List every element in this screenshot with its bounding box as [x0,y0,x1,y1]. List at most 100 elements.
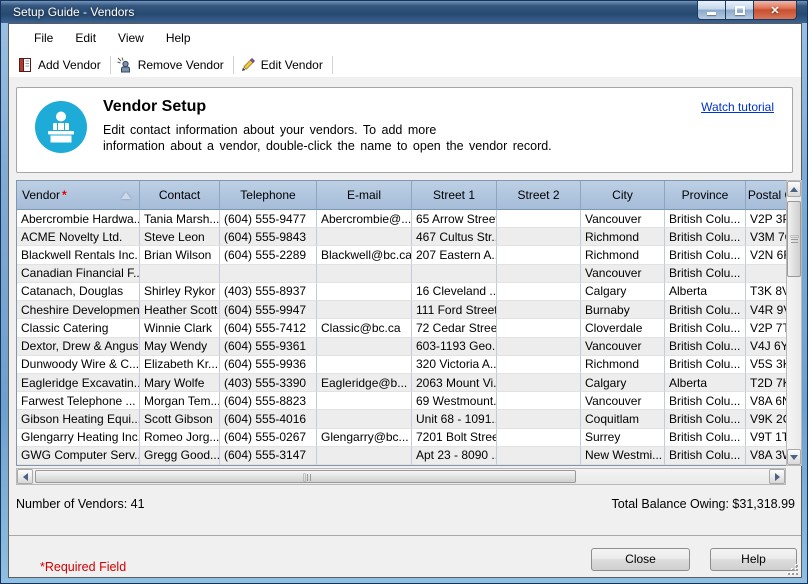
cell[interactable]: Catanach, Douglas [17,283,140,301]
cell[interactable]: V3M 7Q [746,228,786,246]
cell[interactable]: Tania Marsh... [140,210,220,228]
cell[interactable] [497,429,581,447]
cell[interactable] [497,338,581,356]
cell[interactable] [497,283,581,301]
cell[interactable]: Glengarry Heating Inc. [17,429,140,447]
cell[interactable]: V9T 1T5 [746,429,786,447]
cell[interactable]: (604) 555-9947 [220,301,317,319]
cell[interactable] [497,265,581,283]
cell[interactable]: 65 Arrow Street [412,210,497,228]
cell[interactable]: British Colu... [665,410,746,428]
resize-grip-icon[interactable] [786,563,798,575]
cell[interactable]: (604) 555-3147 [220,447,317,465]
cell[interactable]: Dunwoody Wire & C... [17,356,140,374]
cell[interactable]: British Colu... [665,265,746,283]
cell[interactable] [497,228,581,246]
cell[interactable]: (604) 555-9936 [220,356,317,374]
cell[interactable] [317,228,412,246]
cell[interactable]: 16 Cleveland ... [412,283,497,301]
cell[interactable]: (403) 555-3390 [220,374,317,392]
horizontal-scroll-thumb[interactable] [35,470,576,483]
cell[interactable]: (604) 555-9477 [220,210,317,228]
cell[interactable] [317,392,412,410]
cell[interactable] [497,210,581,228]
cell[interactable]: (604) 555-9843 [220,228,317,246]
cell[interactable] [497,319,581,337]
menu-item-edit[interactable]: Edit [64,26,107,50]
cell[interactable]: (604) 555-0267 [220,429,317,447]
cell[interactable]: Mary Wolfe [140,374,220,392]
column-header-province[interactable]: Province [665,181,746,210]
cell[interactable]: New Westmi... [581,447,665,465]
cell[interactable]: Richmond [581,356,665,374]
cell[interactable]: Glengarry@bc... [317,429,412,447]
menu-item-file[interactable]: File [23,26,64,50]
table-row[interactable]: Canadian Financial F... VancouverBritish … [17,265,786,283]
cell[interactable]: Surrey [581,429,665,447]
cell[interactable]: (604) 555-7412 [220,319,317,337]
cell[interactable]: Winnie Clark [140,319,220,337]
cell[interactable] [317,301,412,319]
column-header-postal-code[interactable]: Postal Code [746,181,786,210]
column-header-city[interactable]: City [581,181,665,210]
cell[interactable] [317,265,412,283]
cell[interactable]: (604) 555-2289 [220,246,317,264]
cell[interactable]: Romeo Jorg... [140,429,220,447]
table-row[interactable]: Abercrombie Hardwa...Tania Marsh...(604)… [17,210,786,228]
cell[interactable]: Classic Catering [17,319,140,337]
title-bar[interactable]: Setup Guide - Vendors ✕ [1,1,807,23]
cell[interactable]: 603-1193 Geo... [412,338,497,356]
cell[interactable] [497,301,581,319]
minimize-button[interactable] [697,1,726,20]
table-row[interactable]: Blackwell Rentals Inc.Brian Wilson(604) … [17,246,786,264]
cell[interactable]: Heather Scott [140,301,220,319]
cell[interactable]: Gibson Heating Equi... [17,410,140,428]
cell[interactable] [497,447,581,465]
cell[interactable]: 207 Eastern A... [412,246,497,264]
cell[interactable]: Vancouver [581,265,665,283]
cell[interactable]: Eagleridge Excavatin... [17,374,140,392]
cell[interactable] [497,246,581,264]
cell[interactable]: V9K 2O5 [746,410,786,428]
column-header-street-2[interactable]: Street 2 [497,181,581,210]
scroll-right-button[interactable] [769,469,785,484]
cell[interactable]: British Colu... [665,319,746,337]
table-row[interactable]: Dextor, Drew & AngusMay Wendy(604) 555-9… [17,338,786,356]
scroll-down-button[interactable] [787,449,801,465]
cell[interactable]: Abercrombie Hardwa... [17,210,140,228]
cell[interactable]: British Colu... [665,429,746,447]
cell[interactable]: Eagleridge@b... [317,374,412,392]
cell[interactable]: Calgary [581,374,665,392]
table-row[interactable]: Eagleridge Excavatin...Mary Wolfe(403) 5… [17,374,786,392]
cell[interactable]: T3K 8V2 [746,283,786,301]
cell[interactable]: Canadian Financial F... [17,265,140,283]
cell[interactable]: Farwest Telephone ... [17,392,140,410]
table-row[interactable]: Cheshire DevelopmentHeather Scott(604) 5… [17,301,786,319]
cell[interactable]: V8A 3W [746,447,786,465]
cell[interactable]: Dextor, Drew & Angus [17,338,140,356]
cell[interactable]: ACME Novelty Ltd. [17,228,140,246]
cell[interactable]: 467 Cultus Str... [412,228,497,246]
cell[interactable]: British Colu... [665,338,746,356]
cell[interactable]: (403) 555-8937 [220,283,317,301]
cell[interactable]: Alberta [665,374,746,392]
table-row[interactable]: GWG Computer Serv...Gregg Good...(604) 5… [17,447,786,465]
cell[interactable]: Morgan Tem... [140,392,220,410]
cell[interactable]: V8A 6N4 [746,392,786,410]
cell[interactable]: Alberta [665,283,746,301]
cell[interactable] [497,356,581,374]
cell[interactable]: T2D 7K0 [746,374,786,392]
table-row[interactable]: Dunwoody Wire & C...Elizabeth Kr...(604)… [17,356,786,374]
cell[interactable] [317,338,412,356]
cell[interactable]: V2P 7T9 [746,319,786,337]
cell[interactable]: Gregg Good... [140,447,220,465]
cell[interactable]: 2063 Mount Vi... [412,374,497,392]
table-row[interactable]: Glengarry Heating Inc.Romeo Jorg...(604)… [17,429,786,447]
cell[interactable]: British Colu... [665,210,746,228]
cell[interactable] [317,356,412,374]
cell[interactable]: 69 Westmount... [412,392,497,410]
cell[interactable] [140,265,220,283]
horizontal-scrollbar[interactable] [16,468,786,485]
cell[interactable] [317,447,412,465]
cell[interactable]: Unit 68 - 1091... [412,410,497,428]
